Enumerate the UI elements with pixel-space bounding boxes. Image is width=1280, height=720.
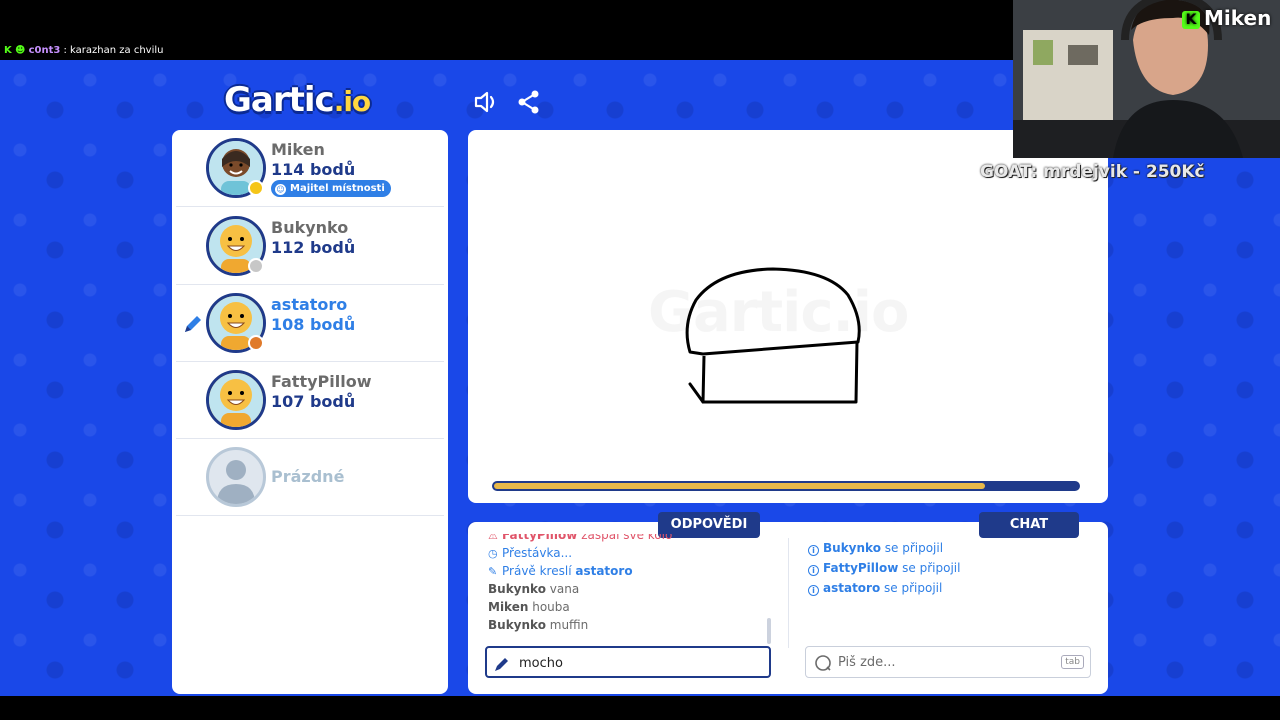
list-item: ✎ Právě kreslí astatoro	[488, 562, 768, 580]
share-icon[interactable]	[515, 88, 543, 116]
status-dot	[248, 180, 264, 196]
panel-divider	[788, 538, 789, 648]
avatar	[206, 370, 266, 430]
drawing-strokes	[685, 267, 861, 404]
streamer-tag: K Miken	[1182, 6, 1271, 30]
chat-bubble-icon	[815, 655, 831, 671]
message-user: Miken	[488, 600, 529, 614]
stream-chat-user: c0nt3	[28, 45, 61, 56]
clock-icon: ◷	[488, 547, 498, 560]
logo-suffix: .io	[333, 85, 371, 118]
answer-input-box[interactable]	[485, 646, 771, 678]
empty-slot-label: Prázdné	[271, 467, 345, 486]
sound-icon[interactable]	[472, 88, 500, 116]
message-text: muffin	[549, 618, 589, 632]
player-row-fattypillow[interactable]: FattyPillow 107 bodů	[176, 362, 444, 439]
message-user: astatoro	[823, 581, 881, 595]
info-icon: i	[808, 585, 819, 596]
list-item: Bukynko muffin	[488, 616, 768, 634]
answers-list: ⚠ FattyPillow zaspal své kolo ◷ Přestávka.…	[488, 534, 768, 650]
list-item: Bukynko vana	[488, 580, 768, 598]
kick-icon: K	[4, 45, 12, 56]
logo-text: Gartic	[224, 80, 335, 120]
player-score: 108 bodů	[271, 315, 356, 334]
list-item: Miken houba	[488, 598, 768, 616]
list-item: i Bukynko se připojil	[808, 538, 1088, 558]
player-score: 112 bodů	[271, 238, 356, 257]
info-icon: i	[808, 565, 819, 576]
message-text: se připojil	[880, 541, 944, 555]
stream-chat-message: : karazhan za chvilu	[63, 45, 164, 56]
player-score: 107 bodů	[271, 392, 356, 411]
player-row-empty: Prázdné	[176, 439, 444, 516]
player-row-miken[interactable]: Miken 114 bodů ☺ Majitel místnosti	[176, 130, 444, 207]
player-list: Miken 114 bodů ☺ Majitel místnosti Bukynk…	[172, 130, 448, 694]
message-user: Bukynko	[823, 541, 881, 555]
letterbox-bottom	[0, 696, 1280, 720]
message-text: se připojil	[898, 561, 961, 575]
pencil-icon: ✎	[488, 565, 498, 578]
player-score: 114 bodů	[271, 160, 356, 179]
message-user: FattyPillow	[502, 534, 578, 542]
emote-icon: ☻	[14, 45, 26, 56]
list-item: i FattyPillow se připojil	[808, 558, 1088, 578]
list-item: ⚠ FattyPillow zaspal své kolo	[488, 534, 768, 544]
message-user: astatoro	[575, 564, 633, 578]
player-name: Bukynko	[271, 218, 349, 237]
list-item: i astatoro se připojil	[808, 578, 1088, 598]
status-dot	[248, 335, 264, 351]
drawing-pencil-icon	[185, 316, 201, 332]
message-text: houba	[532, 600, 570, 614]
chat-input-box[interactable]: tab	[805, 646, 1091, 678]
kick-icon: K	[1182, 11, 1200, 29]
list-item: ◷ Přestávka...	[488, 544, 768, 562]
info-icon: i	[808, 545, 819, 556]
message-user: FattyPillow	[823, 561, 899, 575]
stream-chat-overlay: K ☻ c0nt3 : karazhan za chvilu	[0, 42, 1013, 60]
player-row-bukynko[interactable]: Bukynko 112 bodů	[176, 208, 444, 285]
answers-scrollbar[interactable]	[767, 618, 771, 644]
pencil-icon	[495, 658, 508, 671]
message-text: Právě kreslí	[502, 564, 576, 578]
round-timer-bar	[492, 481, 1080, 491]
empty-avatar	[206, 447, 266, 507]
chat-input[interactable]	[838, 651, 1038, 673]
streamer-name: Miken	[1204, 6, 1272, 30]
gartic-logo: Gartic.io	[224, 80, 371, 120]
owner-icon: ☺	[275, 184, 286, 195]
status-dot	[248, 258, 264, 274]
player-name: Miken	[271, 140, 325, 159]
message-text: Přestávka...	[502, 546, 573, 560]
message-text: se připojil	[880, 581, 943, 595]
chat-panel: ODPOVĚDI CHAT ⚠ FattyPillow zaspal své ko…	[468, 512, 1108, 694]
player-name: FattyPillow	[271, 372, 372, 391]
user-placeholder-icon	[217, 460, 255, 504]
tab-chat[interactable]: CHAT	[979, 512, 1079, 538]
player-row-astatoro[interactable]: astatoro 108 bodů	[176, 285, 444, 362]
player-name: astatoro	[271, 295, 348, 314]
tab-key-hint: tab	[1061, 655, 1084, 669]
stream-goal-text: GOAT: mrdejvik - 250Kč	[980, 162, 1205, 182]
room-owner-badge: ☺ Majitel místnosti	[271, 180, 391, 197]
chat-list: i Bukynko se připojil i FattyPillow se při…	[808, 538, 1088, 598]
drawing-canvas[interactable]: Gartic.io	[468, 130, 1108, 503]
answer-input[interactable]	[519, 652, 719, 674]
character-avatar-icon	[209, 373, 263, 427]
message-text: vana	[549, 582, 580, 596]
stream-frame: K ☻ c0nt3 : karazhan za chvilu Gartic.io	[0, 0, 1280, 720]
owner-badge-label: Majitel místnosti	[290, 183, 385, 194]
round-timer-fill	[494, 483, 985, 489]
message-user: Bukynko	[488, 618, 546, 632]
message-user: Bukynko	[488, 582, 546, 596]
message-text: zaspal své kolo	[581, 534, 673, 542]
